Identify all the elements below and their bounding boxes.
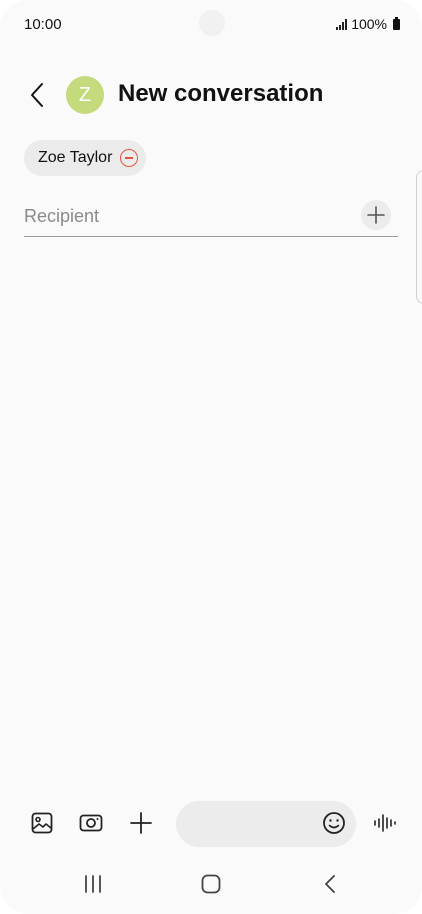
page-title: New conversation (118, 80, 324, 107)
voice-waveform-icon (374, 814, 396, 832)
recent-apps-icon (85, 875, 101, 893)
phone-screen: 10:00 100% Z New conversation Zoe Taylor (0, 0, 422, 914)
gallery-button[interactable] (25, 806, 59, 840)
recipient-underline (24, 236, 398, 237)
voice-record-button[interactable] (368, 806, 402, 840)
home-icon (201, 874, 221, 894)
camera-icon (79, 814, 103, 832)
add-recipient-button[interactable] (361, 200, 391, 230)
attach-button[interactable] (124, 806, 158, 840)
status-time: 10:00 (24, 16, 62, 33)
emoji-icon (323, 812, 345, 834)
emoji-button[interactable] (320, 808, 348, 838)
home-button[interactable] (189, 866, 233, 902)
nav-back-button[interactable] (308, 866, 352, 902)
remove-recipient-icon[interactable] (120, 149, 139, 167)
gallery-icon (31, 812, 53, 834)
battery-icon (393, 16, 400, 30)
recipient-chip-label: Zoe Taylor (38, 149, 113, 166)
plus-icon (130, 812, 152, 834)
contact-avatar: Z (66, 76, 104, 114)
recipient-chip[interactable]: Zoe Taylor (24, 140, 147, 176)
battery-percent: 100% (351, 16, 387, 32)
signal-icon (336, 18, 348, 30)
back-button[interactable] (20, 78, 54, 112)
plus-icon (367, 206, 385, 224)
recipient-input[interactable] (24, 202, 354, 230)
edge-panel-handle[interactable] (416, 170, 422, 304)
camera-button[interactable] (74, 806, 108, 840)
back-icon (325, 875, 335, 893)
front-camera-cutout (199, 10, 225, 36)
recent-apps-button[interactable] (71, 866, 115, 902)
status-icons: 100% (336, 16, 400, 32)
chevron-left-icon (31, 83, 43, 107)
